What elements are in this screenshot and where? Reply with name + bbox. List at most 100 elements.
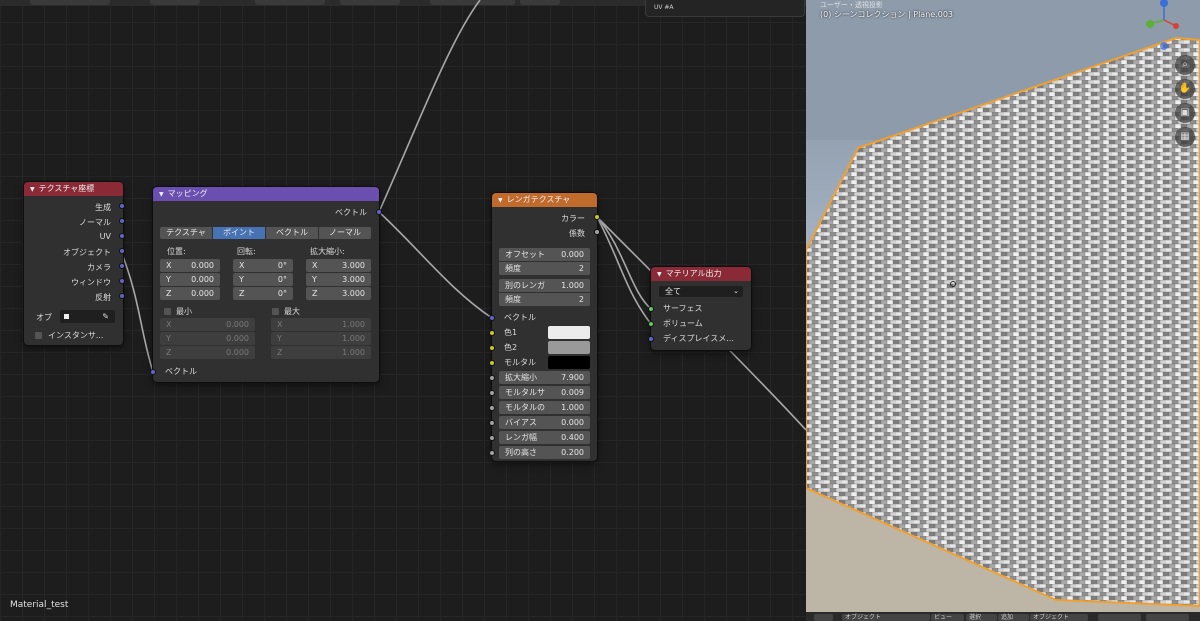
output-socket[interactable] (119, 278, 125, 284)
mode-dropdown[interactable]: オブジェクト (842, 614, 930, 621)
scale-x-field[interactable]: X 3.000 (306, 259, 371, 272)
collapse-arrow-icon[interactable]: ▼ (30, 183, 35, 197)
param-input-socket[interactable] (489, 435, 495, 441)
color-output-socket[interactable] (594, 214, 600, 220)
min-z-field[interactable]: Z 0.000 (160, 346, 255, 359)
input-label: 色2 (504, 343, 518, 352)
min-y-field[interactable]: Y 0.000 (160, 332, 255, 345)
min-x-field[interactable]: X 0.000 (160, 318, 255, 331)
bias-field[interactable]: バイアス 0.000 (499, 416, 590, 429)
rotation-x-field[interactable]: X 0° (233, 259, 293, 272)
max-x-field[interactable]: X 1.000 (271, 318, 371, 331)
rotation-z-field[interactable]: Z 0° (233, 287, 293, 300)
tab-texture[interactable]: テクスチャ (160, 227, 212, 239)
row-height-field[interactable]: 列の高さ 0.200 (499, 446, 590, 459)
scale-param-field[interactable]: 拡大縮小 7.900 (499, 371, 590, 384)
output-socket[interactable] (119, 248, 125, 254)
volume-input-socket[interactable] (648, 321, 654, 327)
grid-view-icon[interactable]: ▦ (1175, 127, 1195, 147)
scale-y-field[interactable]: Y 3.000 (306, 273, 371, 286)
tab-point[interactable]: ポイント (213, 227, 265, 239)
min-label: 最小 (176, 307, 192, 316)
3d-viewport[interactable]: ユーザー・透視投影 (0) シーンコレクション | Plane.003 ⌕ ✋ … (806, 0, 1200, 621)
camera-icon[interactable]: ▣ (1175, 103, 1195, 123)
factor-output-socket[interactable] (594, 229, 600, 235)
node-header[interactable]: ▼ マテリアル出力 (651, 267, 751, 281)
texture-coordinate-node[interactable]: ▼ テクスチャ座標 生成 ノーマル UV オブジェクト カメラ ウィンドウ 反射 … (24, 182, 125, 345)
brick-width-field[interactable]: レンガ幅 0.400 (499, 431, 590, 444)
param-input-socket[interactable] (489, 405, 495, 411)
node-header[interactable]: ▼ テクスチャ座標 (24, 182, 123, 196)
squash-field[interactable]: 別のレンガ 1.000 (499, 279, 590, 292)
object-label: オブ (36, 313, 52, 322)
max-checkbox[interactable] (272, 308, 279, 315)
mortar-smooth-field[interactable]: モルタルの 1.000 (499, 401, 590, 414)
tab-normal[interactable]: ノーマル (319, 227, 371, 239)
color2-swatch[interactable] (548, 341, 590, 354)
location-x-field[interactable]: X 0.000 (160, 259, 220, 272)
collapse-arrow-icon[interactable]: ▼ (498, 194, 503, 208)
axis-gizmo[interactable] (1144, 0, 1184, 50)
output-socket[interactable] (119, 203, 125, 209)
snap-toggle[interactable] (1146, 614, 1189, 621)
instancer-checkbox[interactable] (35, 332, 42, 339)
material-name-label: Material_test (10, 600, 69, 610)
param-input-socket[interactable] (489, 450, 495, 456)
min-checkbox[interactable] (164, 308, 171, 315)
viewport-scene (806, 0, 1200, 621)
input-label: ベクトル (504, 313, 536, 322)
input-socket[interactable] (150, 369, 156, 375)
scale-z-field[interactable]: Z 3.000 (306, 287, 371, 300)
link-mapping-to-top (378, 0, 481, 213)
object-field[interactable]: ✎ (60, 310, 115, 323)
surface-input-socket[interactable] (648, 306, 654, 312)
collapse-arrow-icon[interactable]: ▼ (657, 268, 662, 282)
mapping-node[interactable]: ▼ マッピング ベクトル テクスチャ ポイント ベクトル ノーマル 位置: 回転:… (150, 187, 382, 382)
output-socket[interactable] (119, 293, 125, 299)
color1-swatch[interactable] (548, 326, 590, 339)
output-label: カメラ (87, 263, 111, 272)
node-title: マッピング (167, 189, 208, 198)
transform-pivot[interactable] (1098, 614, 1141, 621)
object-menu[interactable]: オブジェクト (1030, 614, 1088, 621)
node-header[interactable]: ▼ マッピング (153, 187, 379, 201)
mode-icon[interactable] (814, 614, 833, 621)
color1-input-socket[interactable] (489, 330, 495, 336)
hand-pan-icon[interactable]: ✋ (1175, 79, 1195, 99)
color2-input-socket[interactable] (489, 345, 495, 351)
param-input-socket[interactable] (489, 420, 495, 426)
output-socket[interactable] (376, 209, 382, 215)
zoom-icon[interactable]: ⌕ (1175, 55, 1195, 75)
target-dropdown[interactable]: 全て ⌄ (659, 286, 743, 297)
tab-vector[interactable]: ベクトル (266, 227, 318, 239)
offset-frequency-field[interactable]: 頻度 2 (499, 262, 590, 275)
param-input-socket[interactable] (489, 390, 495, 396)
mortar-input-socket[interactable] (489, 360, 495, 366)
max-y-field[interactable]: Y 1.000 (271, 332, 371, 345)
mortar-swatch[interactable] (548, 356, 590, 369)
view-menu[interactable]: ビュー (931, 614, 964, 621)
offset-field[interactable]: オフセット 0.000 (499, 248, 590, 261)
mortar-size-field[interactable]: モルタルサ 0.009 (499, 386, 590, 399)
output-label: 反射 (95, 293, 111, 302)
node-editor[interactable]: UV #A ▼ テクスチャ座標 生成 ノーマル UV オブジェクト カメラ ウィン… (0, 0, 806, 621)
output-socket[interactable] (119, 233, 125, 239)
squash-frequency-field[interactable]: 頻度 2 (499, 293, 590, 306)
output-socket[interactable] (119, 218, 125, 224)
output-socket[interactable] (119, 263, 125, 269)
add-menu[interactable]: 追加 (998, 614, 1029, 621)
vector-input-socket[interactable] (489, 315, 495, 321)
param-input-socket[interactable] (489, 375, 495, 381)
brick-texture-node[interactable]: ▼ レンガテクスチャ カラー 係数 オフセット 0.000 頻度 2 別のレンガ 1.0… (489, 193, 600, 461)
material-output-node[interactable]: ▼ マテリアル出力 全て ⌄ サーフェス ボリューム ディスプレイスメ... (648, 267, 751, 350)
input-label: モルタル (504, 358, 536, 367)
max-z-field[interactable]: Z 1.000 (271, 346, 371, 359)
rotation-y-field[interactable]: Y 0° (233, 273, 293, 286)
select-menu[interactable]: 選択 (966, 614, 997, 621)
collapse-arrow-icon[interactable]: ▼ (159, 188, 164, 202)
location-y-field[interactable]: Y 0.000 (160, 273, 220, 286)
displacement-input-socket[interactable] (648, 336, 654, 342)
node-header[interactable]: ▼ レンガテクスチャ (492, 193, 597, 207)
eyedropper-icon[interactable]: ✎ (102, 310, 109, 323)
location-z-field[interactable]: Z 0.000 (160, 287, 220, 300)
